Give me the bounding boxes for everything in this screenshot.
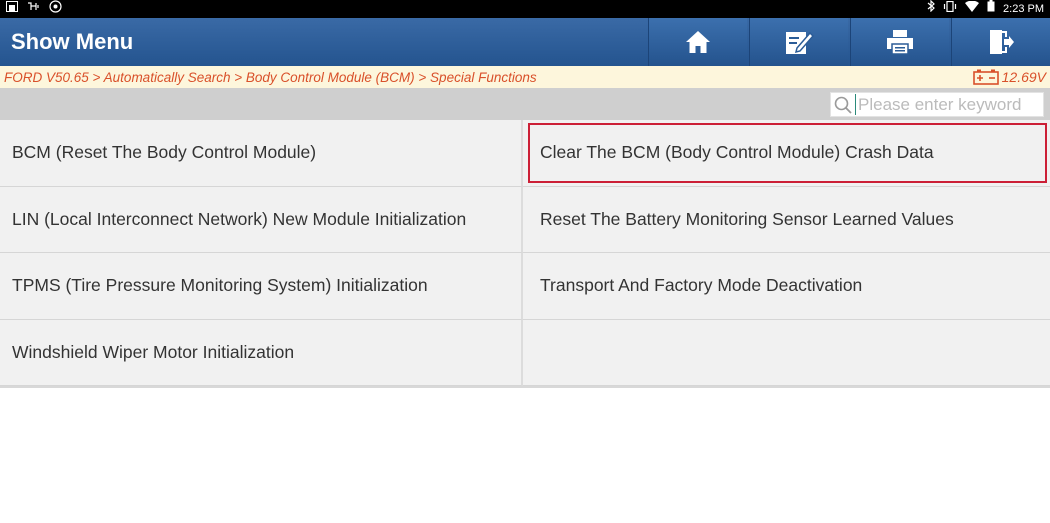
vibrate-icon [943, 0, 957, 18]
voltage-value: 12.69V [1001, 69, 1046, 85]
battery-icon [987, 0, 995, 18]
status-left [6, 0, 62, 19]
menu-item-reset-bcm[interactable]: BCM (Reset The Body Control Module) [0, 120, 523, 187]
menu-item-wiper-motor-init[interactable]: Windshield Wiper Motor Initialization [0, 319, 523, 386]
print-button[interactable] [850, 18, 949, 66]
exit-icon [990, 30, 1014, 54]
menu-item-label: LIN (Local Interconnect Network) New Mod… [12, 208, 467, 229]
menu-item-label: Clear The BCM (Body Control Module) Cras… [540, 142, 934, 163]
search-box[interactable] [830, 92, 1044, 117]
exit-button[interactable] [951, 18, 1050, 66]
status-bar: 2:23 PM [0, 0, 1050, 18]
search-band [0, 88, 1050, 120]
print-icon [887, 30, 913, 55]
edit-icon [786, 31, 814, 54]
usb-debug-icon [27, 0, 40, 18]
home-icon [6, 0, 18, 18]
menu-item-label: TPMS (Tire Pressure Monitoring System) I… [12, 275, 428, 296]
menu-item-clear-bcm-crash-data[interactable]: Clear The BCM (Body Control Module) Cras… [523, 120, 1050, 187]
menu-item-label: BCM (Reset The Body Control Module) [12, 142, 317, 163]
menu-grid: BCM (Reset The Body Control Module) Clea… [0, 120, 1050, 388]
page-title: Show Menu [11, 29, 134, 54]
menu-item-label: Transport And Factory Mode Deactivation [540, 275, 863, 296]
menu-item-transport-mode-deactivation[interactable]: Transport And Factory Mode Deactivation [523, 253, 1050, 320]
title-bar: Show Menu [0, 18, 1050, 66]
menu-item-reset-battery-sensor[interactable]: Reset The Battery Monitoring Sensor Lear… [523, 186, 1050, 253]
search-input[interactable] [855, 94, 1037, 115]
bluetooth-icon [927, 0, 935, 18]
menu-item-label: Reset The Battery Monitoring Sensor Lear… [540, 208, 954, 229]
home-icon [686, 31, 710, 53]
search-icon [831, 92, 855, 117]
menu-item-label: Windshield Wiper Motor Initialization [12, 341, 295, 362]
menu-item-empty [523, 319, 1050, 386]
settings-icon [49, 0, 62, 19]
breadcrumb-path: FORD V50.65 > Automatically Search > Bod… [4, 69, 537, 85]
status-time: 2:23 PM [1003, 3, 1044, 15]
menu-item-tpms-init[interactable]: TPMS (Tire Pressure Monitoring System) I… [0, 253, 523, 320]
breadcrumb: FORD V50.65 > Automatically Search > Bod… [0, 66, 1050, 88]
toolbar [646, 18, 1050, 66]
status-right: 2:23 PM [927, 0, 1044, 18]
home-button[interactable] [648, 18, 747, 66]
battery-voltage-icon [972, 69, 999, 85]
edit-button[interactable] [749, 18, 848, 66]
voltage-indicator: 12.69V [972, 69, 1046, 85]
wifi-icon [965, 0, 980, 18]
menu-item-lin-module-init[interactable]: LIN (Local Interconnect Network) New Mod… [0, 186, 523, 253]
